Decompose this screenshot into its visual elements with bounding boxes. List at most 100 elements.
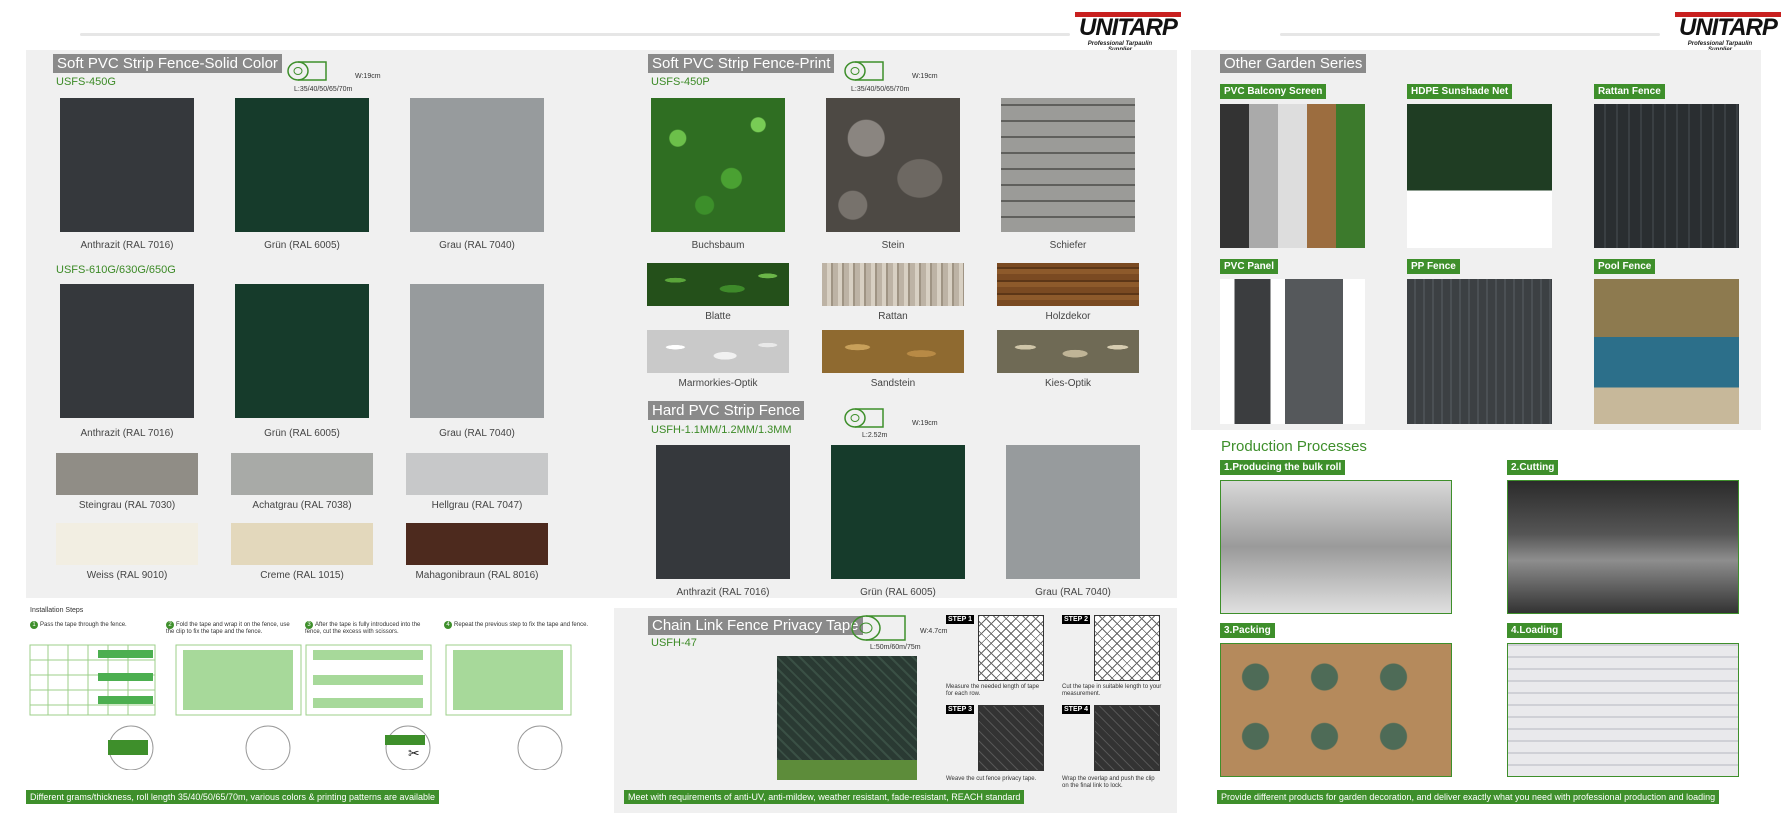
pattern-swatch-kies xyxy=(997,330,1139,373)
swatch-label: Creme (RAL 1015) xyxy=(260,570,344,581)
brand-logo-left: UNITARP Professional Tarpaulin Supplier xyxy=(1075,12,1181,53)
logo-mark: UNITARP xyxy=(1675,12,1781,40)
swatch-label: Weiss (RAL 9010) xyxy=(86,570,168,581)
swatch-label: Anthrazit (RAL 7016) xyxy=(676,587,770,598)
logo-mark: UNITARP xyxy=(1075,12,1181,40)
swatch-label: Grün (RAL 6005) xyxy=(264,240,340,251)
swatch-label: Hellgrau (RAL 7047) xyxy=(431,500,523,511)
swatch-label: Anthrazit (RAL 7016) xyxy=(80,240,174,251)
install-title: Installation Steps xyxy=(30,607,84,614)
solid-section-title: Soft PVC Strip Fence-Solid Color xyxy=(53,54,282,73)
swatch-label: Grün (RAL 6005) xyxy=(860,587,936,598)
color-swatch xyxy=(410,98,544,232)
product-code: USFS-450G xyxy=(56,76,116,88)
garden-item-label: PVC Panel xyxy=(1220,259,1279,274)
product-code: USFS-610G/630G/650G xyxy=(56,264,176,276)
swatch-label: Rattan xyxy=(878,311,908,322)
pattern-swatch-holzdekor xyxy=(997,263,1139,306)
production-step-image xyxy=(1220,643,1452,777)
swatch-label: Grau (RAL 7040) xyxy=(1035,587,1111,598)
pattern-swatch-blatte xyxy=(647,263,789,306)
product-code: USFH-47 xyxy=(651,637,697,649)
color-swatch xyxy=(231,453,373,495)
garden-item-image xyxy=(1594,279,1739,424)
pattern-swatch-rattan xyxy=(822,263,964,306)
color-swatch xyxy=(831,445,965,579)
roll-width: W:19cm xyxy=(912,73,938,80)
swatch-label: Mahagonibraun (RAL 8016) xyxy=(415,570,539,581)
color-swatch xyxy=(235,284,369,418)
production-step-image xyxy=(1507,480,1739,614)
swatch-label: Sandstein xyxy=(870,378,916,389)
swatch-label: Marmorkies-Optik xyxy=(678,378,758,389)
brand-logo-right: UNITARP Professional Tarpaulin Supplier xyxy=(1675,12,1781,53)
swatch-label: Grau (RAL 7040) xyxy=(439,428,515,439)
chain-section-title: Chain Link Fence Privacy Tape xyxy=(648,616,863,635)
header-divider-right xyxy=(1280,33,1660,36)
swatch-label: Anthrazit (RAL 7016) xyxy=(80,428,174,439)
swatch-label: Schiefer xyxy=(1049,240,1087,251)
install-step: 2 Fold the tape and wrap it on the fence,… xyxy=(166,621,290,635)
pattern-swatch-sandstein xyxy=(822,330,964,373)
color-swatch xyxy=(406,453,548,495)
production-step-image xyxy=(1220,480,1452,614)
color-swatch xyxy=(231,523,373,565)
swatch-label: Holzdekor xyxy=(1045,311,1091,322)
garden-section-title: Other Garden Series xyxy=(1220,54,1367,73)
print-section-title: Soft PVC Strip Fence-Print xyxy=(648,54,835,73)
roll-width: W:19cm xyxy=(355,73,381,80)
color-swatch xyxy=(406,523,548,565)
step-tag: STEP 2 xyxy=(1062,615,1090,624)
roll-width: W:19cm xyxy=(912,420,938,427)
production-step-label: 1.Producing the bulk roll xyxy=(1220,460,1346,475)
install-step: 1 Pass the tape through the fence. xyxy=(30,621,180,629)
roll-length: L:2.52m xyxy=(862,432,888,439)
color-swatch xyxy=(56,523,198,565)
chain-footer-banner: Meet with requirements of anti-UV, anti-… xyxy=(624,790,1025,804)
color-swatch xyxy=(60,98,194,232)
chain-fence-ground xyxy=(777,760,917,780)
roll-length: L:50m/60m/75m xyxy=(870,644,921,651)
color-swatch xyxy=(656,445,790,579)
swatch-label: Steingrau (RAL 7030) xyxy=(78,500,176,511)
production-footer-banner: Provide different products for garden de… xyxy=(1217,790,1720,804)
garden-item-image xyxy=(1220,279,1365,424)
garden-item-image xyxy=(1594,104,1739,248)
step-image xyxy=(1094,705,1160,771)
pattern-swatch-marmorkies xyxy=(647,330,789,373)
swatch-label: Blatte xyxy=(705,311,731,322)
roll-width: W:4.7cm xyxy=(920,628,948,635)
svg-text:✂: ✂ xyxy=(408,746,420,762)
garden-item-label: PVC Balcony Screen xyxy=(1220,84,1327,99)
roll-length: L:35/40/50/65/70m xyxy=(294,86,353,93)
pattern-swatch-buchsbaum xyxy=(651,98,785,232)
step-tag: STEP 3 xyxy=(946,705,974,714)
garden-item-label: HDPE Sunshade Net xyxy=(1407,84,1513,99)
chain-step-text: Measure the needed length of tape for ea… xyxy=(946,684,1040,697)
step-image xyxy=(978,615,1044,681)
color-swatch xyxy=(235,98,369,232)
roll-length: L:35/40/50/65/70m xyxy=(851,86,910,93)
garden-item-label: PP Fence xyxy=(1407,259,1460,274)
step-image xyxy=(1094,615,1160,681)
swatch-label: Kies-Optik xyxy=(1044,378,1092,389)
garden-item-image xyxy=(1407,104,1552,248)
garden-item-image xyxy=(1407,279,1552,424)
production-step-image xyxy=(1507,643,1739,777)
header-divider-left xyxy=(80,33,1070,36)
garden-item-label: Rattan Fence xyxy=(1594,84,1665,99)
product-code: USFS-450P xyxy=(651,76,710,88)
pattern-swatch-schiefer xyxy=(1001,98,1135,232)
pattern-swatch-stein xyxy=(826,98,960,232)
garden-item-label: Pool Fence xyxy=(1594,259,1656,274)
product-code: USFH-1.1MM/1.2MM/1.3MM xyxy=(651,424,792,436)
swatch-label: Grün (RAL 6005) xyxy=(264,428,340,439)
install-diagram: ✂ xyxy=(29,644,572,770)
production-step-label: 2.Cutting xyxy=(1507,460,1559,475)
production-step-label: 4.Loading xyxy=(1507,623,1563,638)
install-footer-banner: Different grams/thickness, roll length 3… xyxy=(26,790,440,804)
color-swatch xyxy=(56,453,198,495)
chain-step-text: Cut the tape in suitable length to your … xyxy=(1062,684,1162,697)
swatch-label: Achatgrau (RAL 7038) xyxy=(252,500,352,511)
step-tag: STEP 4 xyxy=(1062,705,1090,714)
